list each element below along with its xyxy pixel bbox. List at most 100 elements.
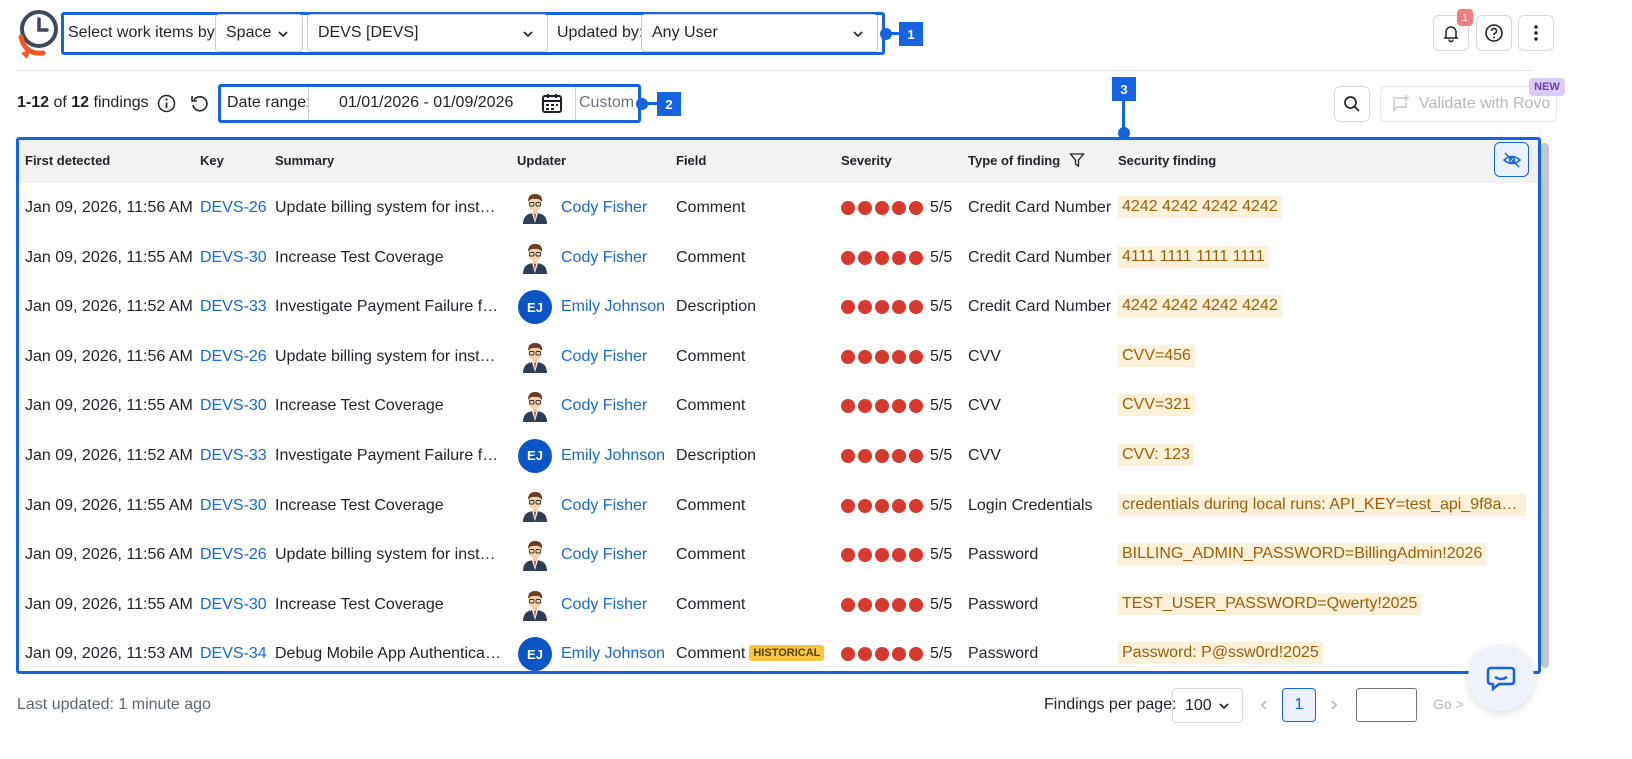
updater-link[interactable]: Emily Johnson bbox=[561, 447, 671, 465]
table-row[interactable]: Jan 09, 2026, 11:56 AM DEVS-26 Update bill… bbox=[19, 332, 1538, 382]
avatar bbox=[523, 491, 547, 522]
space-select[interactable]: DEVS [DEVS] bbox=[307, 14, 548, 52]
issue-key-link[interactable]: DEVS-30 bbox=[200, 397, 270, 415]
finding-type-cell: CVV bbox=[968, 347, 1001, 365]
updater-link[interactable]: Emily Johnson bbox=[561, 645, 671, 663]
date-range-input[interactable]: 01/01/2026 - 01/09/2026 bbox=[308, 87, 576, 120]
table-row[interactable]: Jan 09, 2026, 11:52 AM DEVS-33 Investigate… bbox=[19, 282, 1538, 332]
security-finding-value[interactable]: CVV=321 bbox=[1118, 394, 1195, 417]
table-row[interactable]: Jan 09, 2026, 11:55 AM DEVS-30 Increase Te… bbox=[19, 381, 1538, 431]
column-header-summary[interactable]: Summary bbox=[275, 153, 334, 168]
issue-key-link[interactable]: DEVS-30 bbox=[200, 497, 270, 515]
issue-key-link[interactable]: DEVS-30 bbox=[200, 249, 270, 267]
search-button[interactable] bbox=[1334, 86, 1370, 122]
more-options-button[interactable] bbox=[1518, 15, 1554, 51]
updater-link[interactable]: Cody Fisher bbox=[561, 546, 671, 564]
severity-dot bbox=[875, 548, 889, 563]
column-header-type-of-finding[interactable]: Type of finding bbox=[968, 153, 1060, 168]
severity-dot bbox=[858, 647, 872, 662]
severity-dot bbox=[909, 201, 923, 215]
table-row[interactable]: Jan 09, 2026, 11:55 AM DEVS-30 Increase Te… bbox=[19, 233, 1538, 283]
table-row[interactable]: Jan 09, 2026, 11:52 AM DEVS-33 Investigate… bbox=[19, 431, 1538, 481]
goto-page-input[interactable] bbox=[1356, 688, 1417, 722]
severity-dot bbox=[841, 300, 855, 315]
table-row[interactable]: Jan 09, 2026, 11:55 AM DEVS-30 Increase Te… bbox=[19, 580, 1538, 630]
page-1-button[interactable]: 1 bbox=[1282, 688, 1316, 722]
first-detected-cell: Jan 09, 2026, 11:56 AM bbox=[25, 347, 193, 365]
first-detected-cell: Jan 09, 2026, 11:55 AM bbox=[25, 496, 193, 514]
issue-key-link[interactable]: DEVS-33 bbox=[200, 298, 270, 316]
info-icon[interactable] bbox=[157, 94, 176, 113]
issue-key-link[interactable]: DEVS-34 bbox=[200, 645, 270, 663]
date-range-label: Date range: bbox=[227, 94, 311, 111]
updater-link[interactable]: Cody Fisher bbox=[561, 497, 671, 515]
severity-dot bbox=[892, 300, 906, 315]
updater-link[interactable]: Cody Fisher bbox=[561, 348, 671, 366]
date-preset-custom[interactable]: Custom bbox=[579, 94, 634, 112]
chevron-down-icon bbox=[853, 31, 863, 38]
header-divider bbox=[17, 70, 1532, 71]
severity-dot bbox=[892, 498, 906, 513]
table-row[interactable]: Jan 09, 2026, 11:55 AM DEVS-30 Increase Te… bbox=[19, 481, 1538, 531]
filter-icon[interactable] bbox=[1069, 152, 1085, 168]
security-finding-value[interactable]: credentials during local runs: API_KEY=t… bbox=[1118, 493, 1526, 516]
column-header-first-detected[interactable]: First detected bbox=[25, 153, 110, 168]
updated-by-select[interactable]: Any User bbox=[641, 14, 878, 52]
avatar: EJ bbox=[518, 290, 552, 325]
column-header-key[interactable]: Key bbox=[200, 153, 224, 168]
updater-link[interactable]: Emily Johnson bbox=[561, 298, 671, 316]
table-header: First detected Key Summary Updater Field… bbox=[19, 140, 1538, 183]
chat-support-button[interactable] bbox=[1468, 645, 1534, 711]
table-row[interactable]: Jan 09, 2026, 11:56 AM DEVS-26 Update bill… bbox=[19, 183, 1538, 233]
scope-select[interactable]: Space bbox=[215, 14, 303, 52]
security-finding-value[interactable]: Password: P@ssw0rd!2025 bbox=[1118, 642, 1323, 665]
updater-link[interactable]: Cody Fisher bbox=[561, 249, 671, 267]
field-cell: Comment bbox=[676, 348, 838, 366]
chevron-left-icon[interactable] bbox=[1257, 698, 1271, 712]
security-finding-value[interactable]: CVV: 123 bbox=[1118, 443, 1194, 466]
severity-dot bbox=[875, 201, 889, 215]
severity-dot bbox=[909, 647, 923, 662]
table-row[interactable]: Jan 09, 2026, 11:53 AM DEVS-34 Debug Mobil… bbox=[19, 629, 1538, 671]
issue-key-link[interactable]: DEVS-30 bbox=[200, 596, 270, 614]
severity-rating: 5/5 bbox=[841, 199, 952, 217]
table-body: Jan 09, 2026, 11:56 AM DEVS-26 Update bill… bbox=[19, 183, 1538, 671]
column-header-severity[interactable]: Severity bbox=[841, 153, 892, 168]
help-button[interactable] bbox=[1476, 15, 1512, 51]
table-scrollbar[interactable] bbox=[1541, 143, 1549, 668]
per-page-select[interactable]: 100 bbox=[1172, 688, 1243, 723]
issue-key-link[interactable]: DEVS-26 bbox=[200, 199, 270, 217]
field-cell: Comment HISTORICAL bbox=[676, 645, 838, 663]
hide-findings-button[interactable] bbox=[1494, 142, 1529, 177]
column-header-updater[interactable]: Updater bbox=[517, 153, 566, 168]
chevron-right-icon[interactable] bbox=[1327, 698, 1341, 712]
security-finding-value[interactable]: CVV=456 bbox=[1118, 344, 1195, 367]
findings-range: 1-12 bbox=[17, 94, 50, 111]
column-header-security-finding[interactable]: Security finding bbox=[1118, 153, 1216, 168]
go-button[interactable]: Go > bbox=[1433, 696, 1464, 712]
severity-rating: 5/5 bbox=[841, 348, 952, 366]
field-value: Comment bbox=[676, 397, 746, 415]
updater-link[interactable]: Cody Fisher bbox=[561, 199, 671, 217]
refresh-icon[interactable] bbox=[190, 94, 209, 113]
calendar-icon[interactable] bbox=[541, 92, 563, 114]
security-finding-value[interactable]: 4111 1111 1111 1111 bbox=[1118, 245, 1269, 268]
issue-key-link[interactable]: DEVS-33 bbox=[200, 447, 270, 465]
security-finding-value[interactable]: TEST_USER_PASSWORD=Qwerty!2025 bbox=[1118, 592, 1422, 615]
per-page-label: Findings per page: bbox=[1044, 696, 1177, 713]
severity-dot bbox=[841, 349, 855, 364]
security-finding-value[interactable]: 4242 4242 4242 4242 bbox=[1118, 196, 1282, 218]
field-cell: Comment bbox=[676, 249, 838, 267]
updater-link[interactable]: Cody Fisher bbox=[561, 596, 671, 614]
severity-score: 5/5 bbox=[930, 298, 953, 316]
callout-dot-2 bbox=[636, 98, 648, 110]
column-header-field[interactable]: Field bbox=[676, 153, 706, 168]
issue-key-link[interactable]: DEVS-26 bbox=[200, 546, 270, 564]
issue-key-link[interactable]: DEVS-26 bbox=[200, 348, 270, 366]
severity-dot bbox=[841, 399, 855, 414]
updater-link[interactable]: Cody Fisher bbox=[561, 397, 671, 415]
table-row[interactable]: Jan 09, 2026, 11:56 AM DEVS-26 Update bill… bbox=[19, 530, 1538, 580]
severity-dot bbox=[841, 498, 855, 513]
security-finding-value[interactable]: 4242 4242 4242 4242 bbox=[1118, 295, 1282, 318]
security-finding-value[interactable]: BILLING_ADMIN_PASSWORD=BillingAdmin!2026 bbox=[1118, 543, 1487, 566]
